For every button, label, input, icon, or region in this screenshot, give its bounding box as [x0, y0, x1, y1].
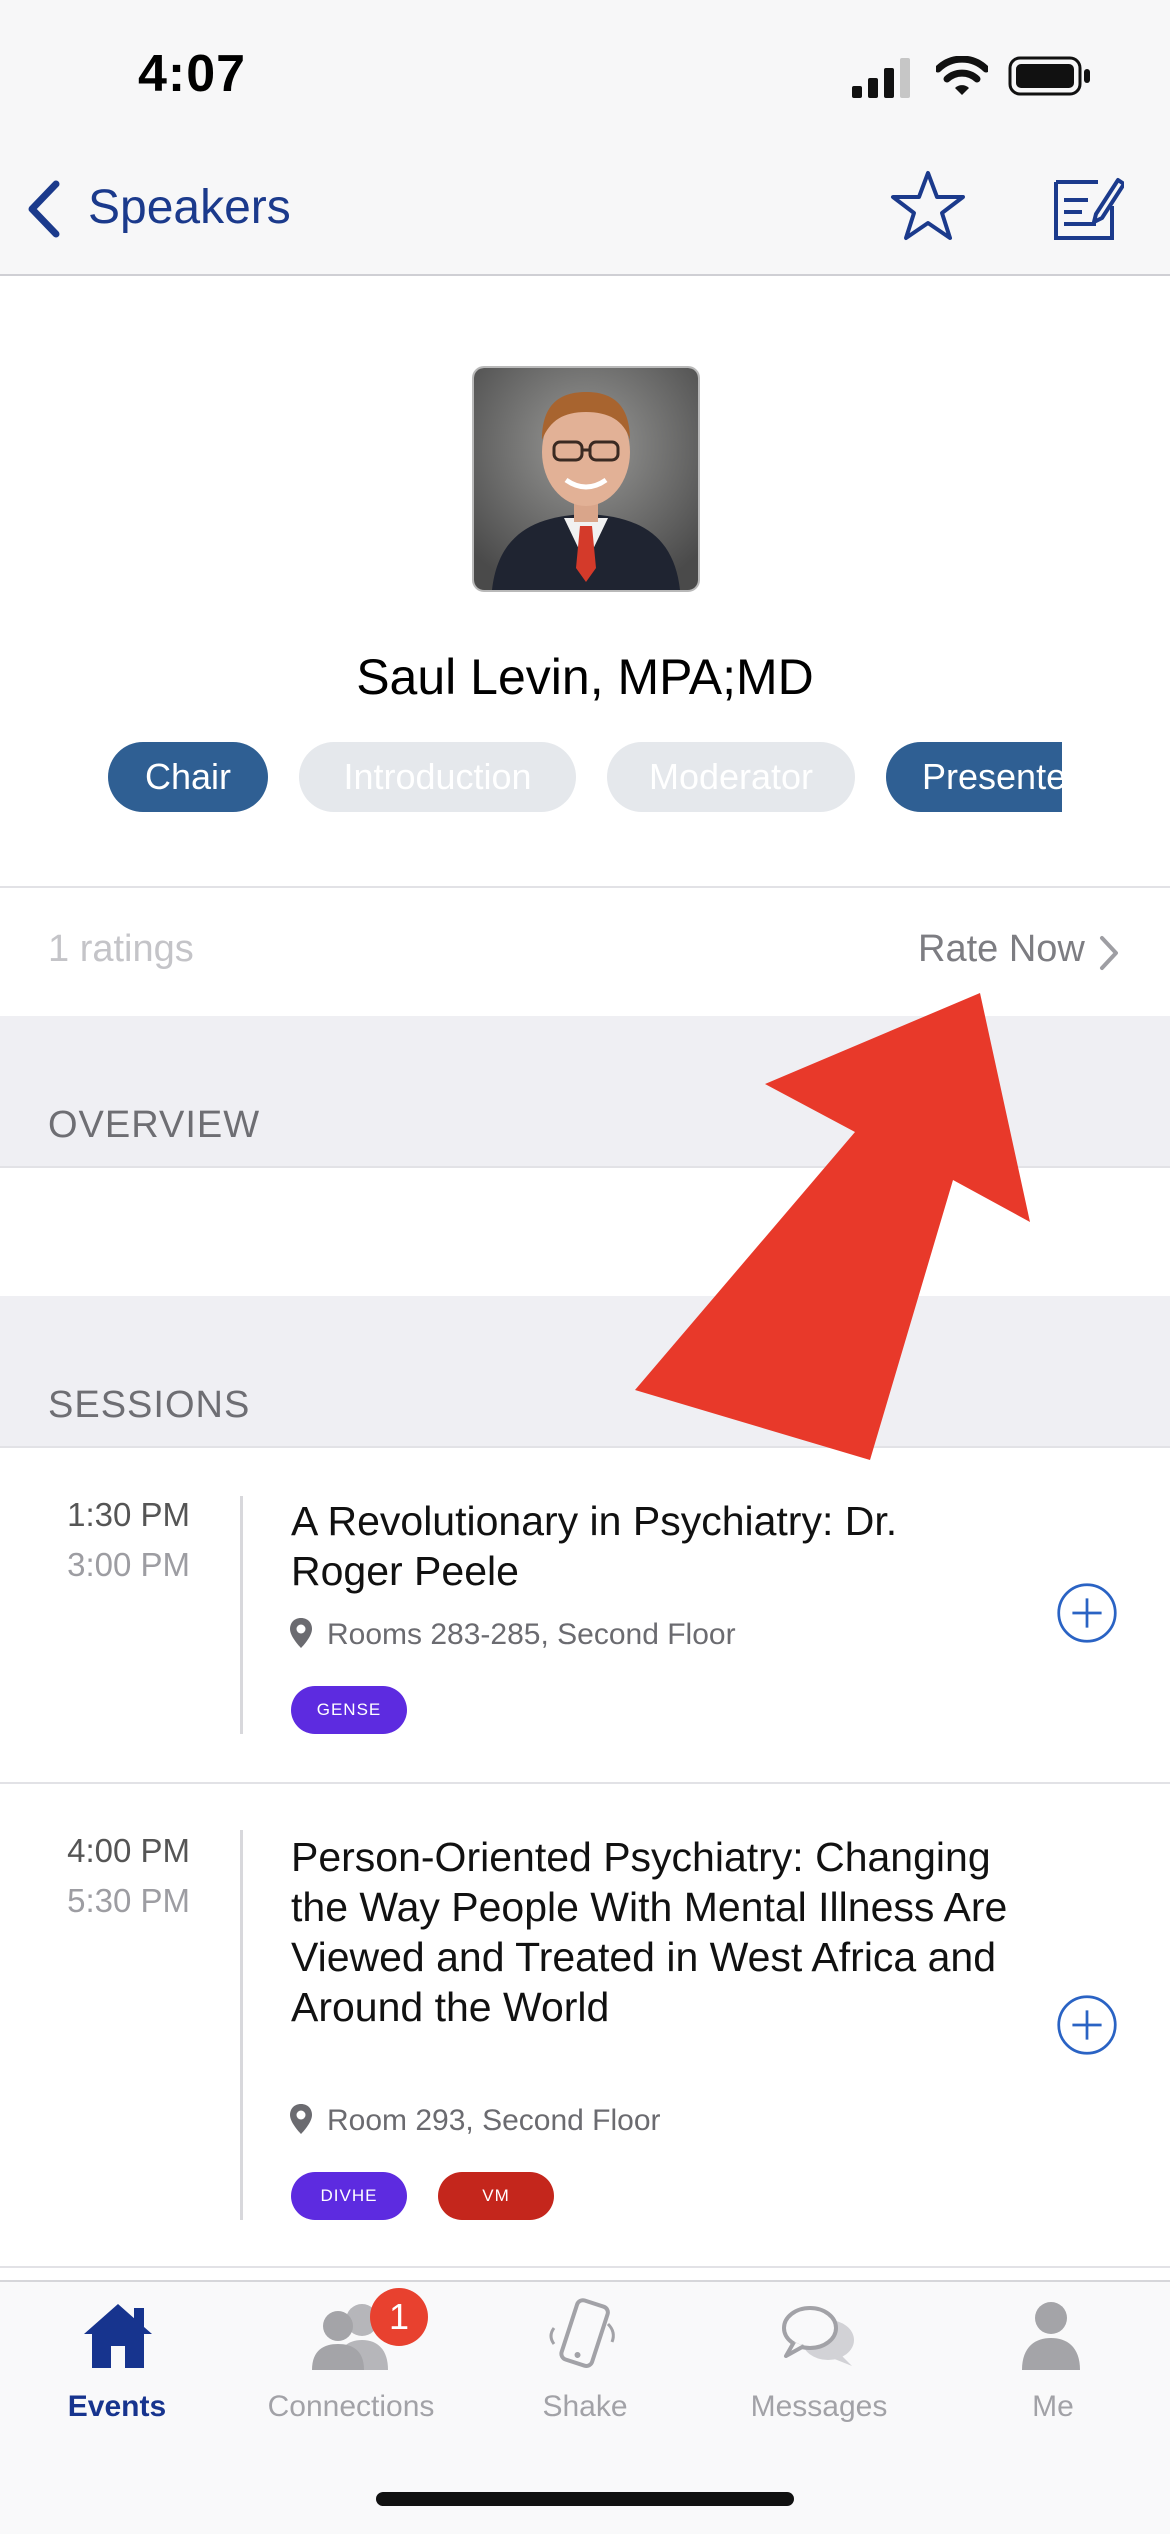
back-button[interactable]: Speakers: [88, 180, 291, 235]
overview-title: OVERVIEW: [48, 1104, 261, 1146]
wifi-icon: [936, 56, 988, 95]
battery-icon: [1008, 56, 1090, 96]
back-chevron-icon[interactable]: [24, 180, 64, 238]
role-pill-introduction[interactable]: Introduction: [299, 742, 576, 812]
role-pill-chair[interactable]: Chair: [108, 742, 268, 812]
add-to-schedule-icon[interactable]: [1056, 1582, 1118, 1644]
speaker-name: Saul Levin, MPA;MD: [356, 649, 814, 705]
session-divider-line: [240, 1830, 243, 2220]
add-to-schedule-icon[interactable]: [1056, 1994, 1118, 2056]
rate-now-link[interactable]: Rate Now: [918, 928, 1085, 971]
home-icon[interactable]: [82, 2300, 154, 2370]
annotation-arrow: [635, 993, 1030, 1460]
favorite-star-icon[interactable]: [890, 170, 966, 242]
location-pin-icon: [290, 2104, 312, 2134]
tab-me[interactable]: Me: [936, 2390, 1170, 2424]
ratings-count: 1 ratings: [48, 928, 194, 970]
role-pill-presenter[interactable]: Presente: [886, 742, 1062, 812]
role-pill-moderator[interactable]: Moderator: [607, 742, 855, 812]
location-pin-icon: [290, 1618, 312, 1648]
session-room: Rooms 283-285, Second Floor: [327, 1618, 736, 1651]
tab-messages[interactable]: Messages: [702, 2390, 936, 2424]
sessions-title: SESSIONS: [48, 1384, 251, 1426]
session-divider-line: [240, 1496, 243, 1734]
session-start-time: 1:30 PM: [67, 1496, 190, 1533]
divider: [0, 2266, 1170, 2268]
chat-bubbles-icon[interactable]: [780, 2302, 858, 2370]
shake-phone-icon[interactable]: [546, 2298, 622, 2372]
session-end-time: 3:00 PM: [67, 1546, 190, 1583]
session-title[interactable]: A Revolutionary in Psychiatry: Dr. Roger…: [291, 1496, 1011, 1596]
status-time: 4:07: [138, 45, 247, 103]
notes-edit-icon[interactable]: [1052, 172, 1124, 242]
chevron-right-icon: [1100, 936, 1118, 970]
tab-shake[interactable]: Shake: [468, 2390, 702, 2424]
session-title[interactable]: Person-Oriented Psychiatry: Changing the…: [291, 1832, 1011, 2032]
session-tag: DIVHE: [291, 2172, 407, 2220]
person-icon[interactable]: [1018, 2300, 1084, 2370]
speaker-photo: [472, 366, 700, 592]
session-end-time: 5:30 PM: [67, 1882, 190, 1919]
notification-badge: 1: [370, 2288, 428, 2346]
divider: [0, 886, 1170, 888]
session-tag: GENSE: [291, 1686, 407, 1734]
tab-events[interactable]: Events: [0, 2390, 234, 2424]
tab-connections[interactable]: Connections: [234, 2390, 468, 2424]
session-room: Room 293, Second Floor: [327, 2104, 661, 2137]
cellular-signal-icon: [852, 58, 910, 98]
session-tag: VM: [438, 2172, 554, 2220]
home-indicator: [376, 2492, 794, 2506]
session-start-time: 4:00 PM: [67, 1832, 190, 1869]
